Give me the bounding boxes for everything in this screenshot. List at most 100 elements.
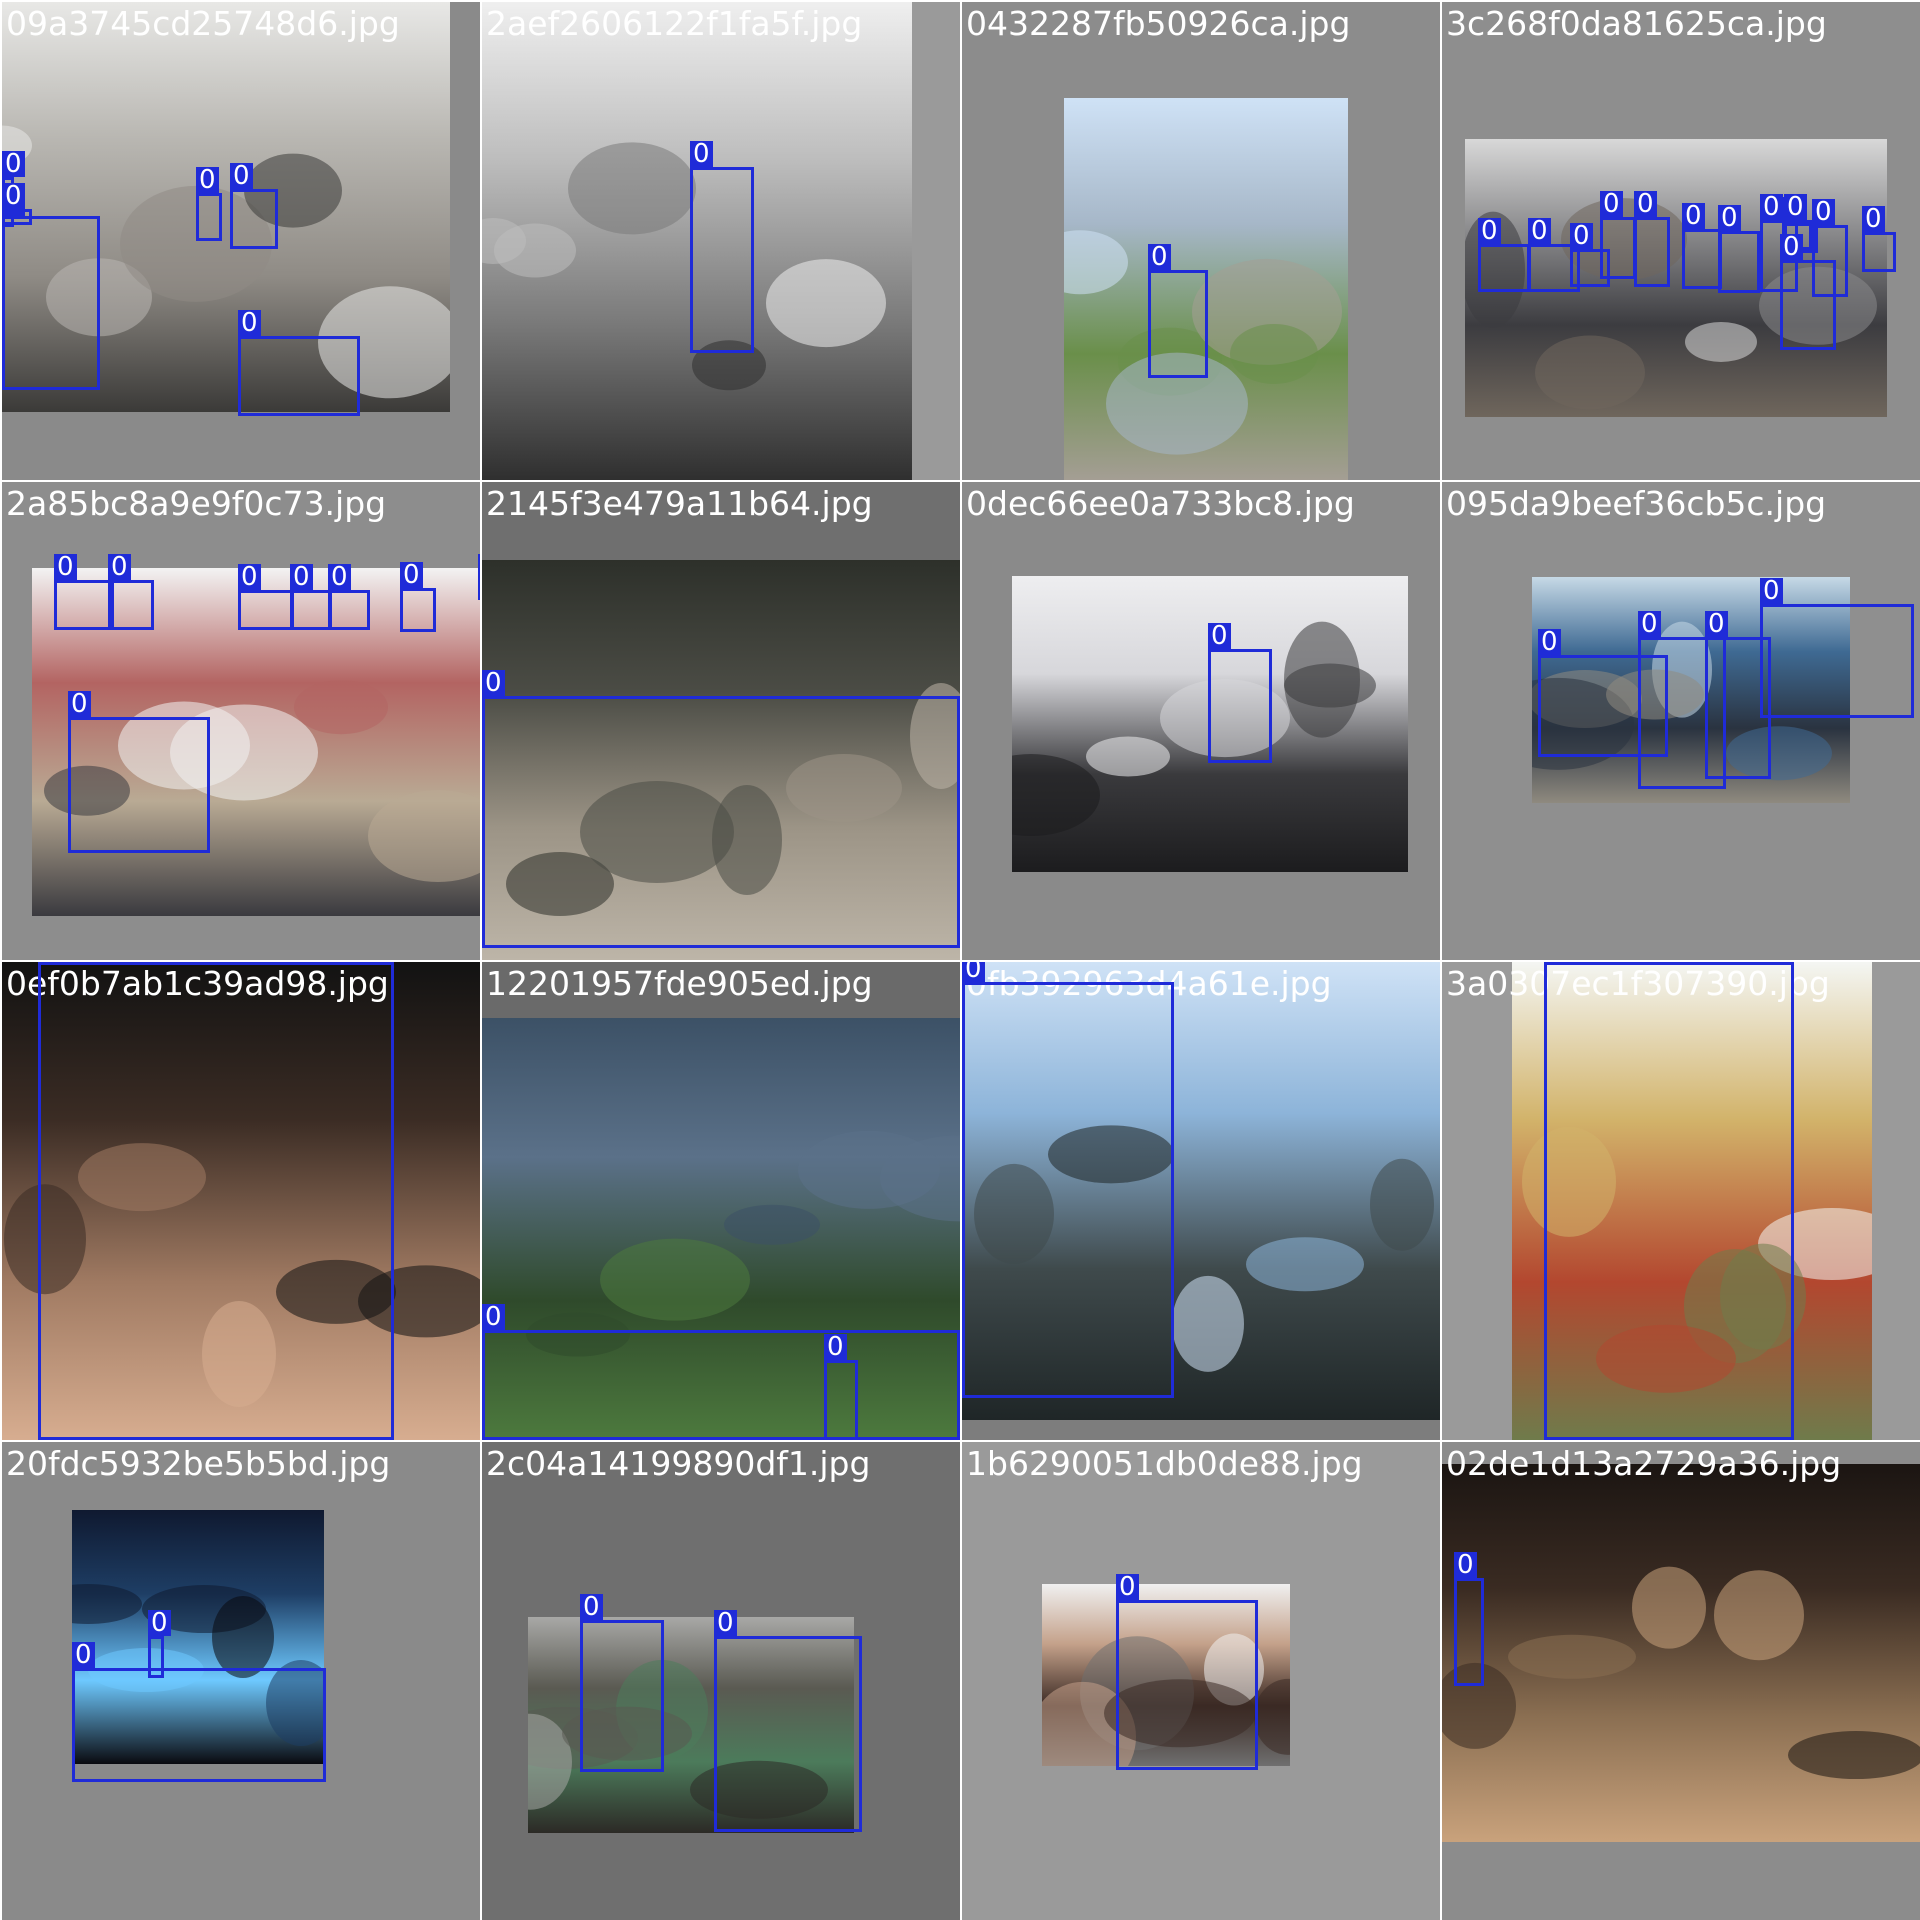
class-label: 0 [1634,191,1657,218]
bounding-box: 0 [482,1304,960,1440]
class-label: 0 [1780,234,1803,261]
class-label: 0 [1760,578,1783,605]
class-label: 0 [68,691,91,718]
class-label: 0 [290,564,313,591]
image-tile: 02de1d13a2729a36.jpg 0 [1442,1442,1920,1920]
bounding-box: 0 [108,554,154,630]
bounding-box: 0 [328,564,370,630]
class-label: 0 [482,1304,505,1331]
bounding-box: 0 [690,141,754,353]
class-label: 0 [1478,218,1501,245]
class-label: 0 [238,564,261,591]
image-tile: 3a0307ec1f307390.jpg0 [1442,962,1920,1440]
class-label: 0 [482,670,505,697]
class-label: 0 [196,167,219,194]
filename-label: 20fdc5932be5b5bd.jpg [6,1444,391,1483]
filename-label: 02de1d13a2729a36.jpg [1446,1444,1842,1483]
filename-label: 095da9beef36cb5c.jpg [1446,484,1827,523]
photo [1442,1464,1920,1842]
bounding-box: 0 [1718,205,1760,293]
image-tile: 20fdc5932be5b5bd.jpg 0 0 [2,1442,480,1920]
class-label: 0 [1600,191,1623,218]
bounding-box: 0 [482,670,960,948]
image-tile: 2aef2606122f1fa5f.jpg 0 [482,2,960,480]
class-label: 0 [238,310,261,337]
image-tile: 0dec66ee0a733bc8.jpg 0 [962,482,1440,960]
image-tile: 09a3745cd25748d6.jpg000000 [2,2,480,480]
bounding-box: 0 [714,1610,862,1832]
bounding-box: 0 [1148,244,1208,378]
bounding-box: 0 [1634,191,1670,287]
class-label: 0 [1538,629,1561,656]
class-label: 0 [1148,244,1171,271]
class-label: 0 [2,151,25,178]
bounding-box: 0 [1478,218,1530,292]
class-label: 0 [1528,218,1551,245]
photo-placeholder-art [1442,1464,1920,1842]
image-tile: 1b6290051db0de88.jpg 0 [962,1442,1440,1920]
bounding-box: 0 [962,962,1174,1398]
filename-label: 12201957fde905ed.jpg [486,964,873,1003]
class-label: 0 [1718,205,1741,232]
image-tile: 2145f3e479a11b64.jpg 0 [482,482,960,960]
bounding-box: 0 [1544,962,1794,1440]
bounding-box: 0 [400,562,436,632]
filename-label: 2aef2606122f1fa5f.jpg [486,4,863,43]
class-label: 0 [1812,199,1835,226]
bounding-box: 0 [1208,623,1272,763]
bounding-box: 0 [196,167,222,241]
class-label: 0 [54,554,77,581]
bounding-box: 0 [1600,191,1636,279]
bounding-box: 0 [148,1610,171,1678]
class-label: 0 [1760,194,1783,221]
class-label: 0 [108,554,131,581]
class-label: 0 [1682,203,1705,230]
class-label: 0 [1862,206,1885,233]
bounding-box: 0 [238,310,360,416]
class-label: 0 [148,1610,171,1637]
filename-label: 2a85bc8a9e9f0c73.jpg [6,484,387,523]
bounding-box: 0 [230,163,278,249]
bounding-box: 0 [1116,1574,1258,1770]
class-label: 0 [1705,611,1728,638]
class-label: 0 [1784,194,1807,221]
class-label: 0 [962,962,985,983]
class-label: 0 [1208,623,1231,650]
class-label: 0 [580,1594,603,1621]
class-label: 0 [690,141,713,168]
image-tile: 2c04a14199890df1.jpg 0 0 [482,1442,960,1920]
image-tile: 095da9beef36cb5c.jpg 0 0 0 0 [1442,482,1920,960]
filename-label: 1b6290051db0de88.jpg [966,1444,1363,1483]
bounding-box: 0 [72,1642,326,1782]
bounding-box: 0 [54,554,114,630]
image-tile: 0432287fb50926ca.jpg 0 [962,2,1440,480]
bounding-box: 0 [1760,578,1914,718]
image-tile: 0ef0b7ab1c39ad98.jpg0 [2,962,480,1440]
image-tile: 2a85bc8a9e9f0c73.jpg00000000 [2,482,480,960]
bounding-box: 0 [1454,1552,1484,1686]
bounding-box: 0 [478,554,480,600]
class-label: 0 [72,1642,95,1669]
filename-label: 2145f3e479a11b64.jpg [486,484,873,523]
image-tile: 0fb392963d4a61e.jpg 0 [962,962,1440,1440]
bounding-box: 0 [1862,206,1896,272]
class-label: 0 [1570,223,1593,250]
class-label: 0 [400,562,423,589]
class-label: 0 [1116,1574,1139,1601]
image-tile: 3c268f0da81625ca.jpg0000000000000 [1442,2,1920,480]
class-label: 0 [714,1610,737,1637]
filename-label: 0dec66ee0a733bc8.jpg [966,484,1355,523]
class-label: 0 [1454,1552,1477,1579]
bounding-box: 0 [580,1594,664,1772]
bounding-box: 0 [290,564,332,630]
filename-label: 2c04a14199890df1.jpg [486,1444,871,1483]
class-label: 0 [328,564,351,591]
class-label: 0 [230,163,253,190]
filename-label: 3c268f0da81625ca.jpg [1446,4,1827,43]
class-label: 0 [824,1334,847,1361]
class-label: 0 [2,183,25,210]
image-tile: 12201957fde905ed.jpg 0 0 [482,962,960,1440]
bounding-box: 0 [2,183,32,225]
filename-label: 09a3745cd25748d6.jpg [6,4,400,43]
bounding-box: 0 [1780,234,1836,350]
